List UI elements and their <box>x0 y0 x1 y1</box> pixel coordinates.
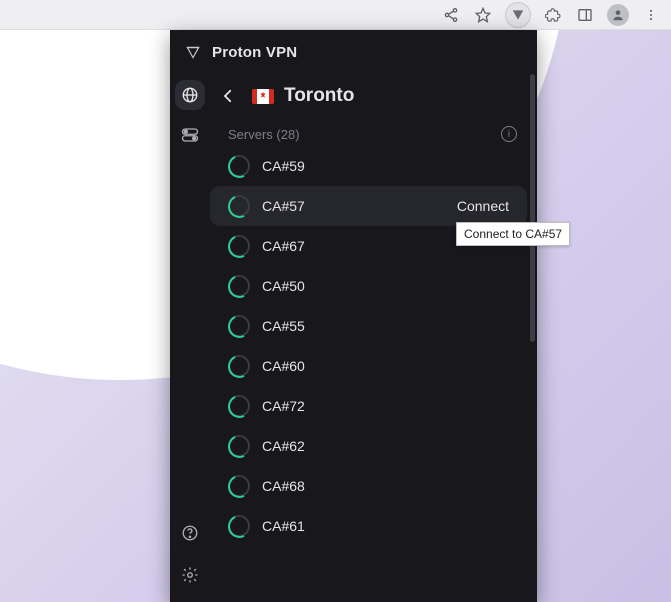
sidebar-locations-button[interactable] <box>175 80 205 110</box>
hover-tooltip: Connect to CA#57 <box>456 222 570 246</box>
server-name: CA#59 <box>262 158 305 174</box>
server-item[interactable]: CA#59 <box>210 146 527 186</box>
protonvpn-extension-icon[interactable] <box>505 2 531 28</box>
canada-flag-icon <box>252 89 274 104</box>
sidebar-toggle-button[interactable] <box>175 120 205 150</box>
sidebar <box>170 74 210 602</box>
server-name: CA#72 <box>262 398 305 414</box>
extensions-icon[interactable] <box>543 5 563 25</box>
server-load-icon <box>228 195 250 217</box>
server-load-icon <box>228 435 250 457</box>
main-panel: Toronto Servers (28) i CA#59 CA#57 Connect… <box>210 74 537 602</box>
server-name: CA#61 <box>262 518 305 534</box>
info-icon[interactable]: i <box>501 126 517 142</box>
server-load-icon <box>228 315 250 337</box>
title-row: Toronto <box>210 74 537 116</box>
location-title: Toronto <box>284 85 354 107</box>
brand-name: Proton VPN <box>212 44 297 61</box>
server-load-icon <box>228 155 250 177</box>
server-item[interactable]: CA#68 <box>210 466 527 506</box>
server-name: CA#50 <box>262 278 305 294</box>
protonvpn-popup: Proton VPN <box>170 30 537 602</box>
server-load-icon <box>228 515 250 537</box>
server-item[interactable]: CA#55 <box>210 306 527 346</box>
back-button[interactable] <box>214 82 242 110</box>
servers-subheader: Servers (28) i <box>210 116 537 146</box>
server-load-icon <box>228 235 250 257</box>
server-load-icon <box>228 475 250 497</box>
server-item[interactable]: CA#72 <box>210 386 527 426</box>
connect-button[interactable]: Connect <box>457 198 515 214</box>
server-item[interactable]: CA#60 <box>210 346 527 386</box>
kebab-menu-icon[interactable] <box>641 5 661 25</box>
server-name: CA#68 <box>262 478 305 494</box>
server-load-icon <box>228 395 250 417</box>
server-list: CA#59 CA#57 Connect CA#67 CA#50 CA#55 CA#60 CA#… <box>210 146 537 602</box>
profile-avatar-icon[interactable] <box>607 4 629 26</box>
servers-count-label: Servers (28) <box>228 127 300 142</box>
server-item[interactable]: CA#61 <box>210 506 527 546</box>
server-load-icon <box>228 275 250 297</box>
server-item[interactable]: CA#57 Connect <box>210 186 527 226</box>
sidebar-help-button[interactable] <box>175 518 205 548</box>
popup-header: Proton VPN <box>170 30 537 74</box>
server-item[interactable]: CA#62 <box>210 426 527 466</box>
server-name: CA#67 <box>262 238 305 254</box>
scrollbar[interactable] <box>530 74 535 342</box>
server-name: CA#57 <box>262 198 305 214</box>
sidebar-settings-button[interactable] <box>175 560 205 590</box>
server-load-icon <box>228 355 250 377</box>
side-panel-icon[interactable] <box>575 5 595 25</box>
share-icon[interactable] <box>441 5 461 25</box>
server-name: CA#55 <box>262 318 305 334</box>
server-item[interactable]: CA#50 <box>210 266 527 306</box>
browser-toolbar <box>0 0 671 30</box>
server-name: CA#62 <box>262 438 305 454</box>
protonvpn-logo-icon <box>184 43 202 61</box>
server-name: CA#60 <box>262 358 305 374</box>
star-icon[interactable] <box>473 5 493 25</box>
